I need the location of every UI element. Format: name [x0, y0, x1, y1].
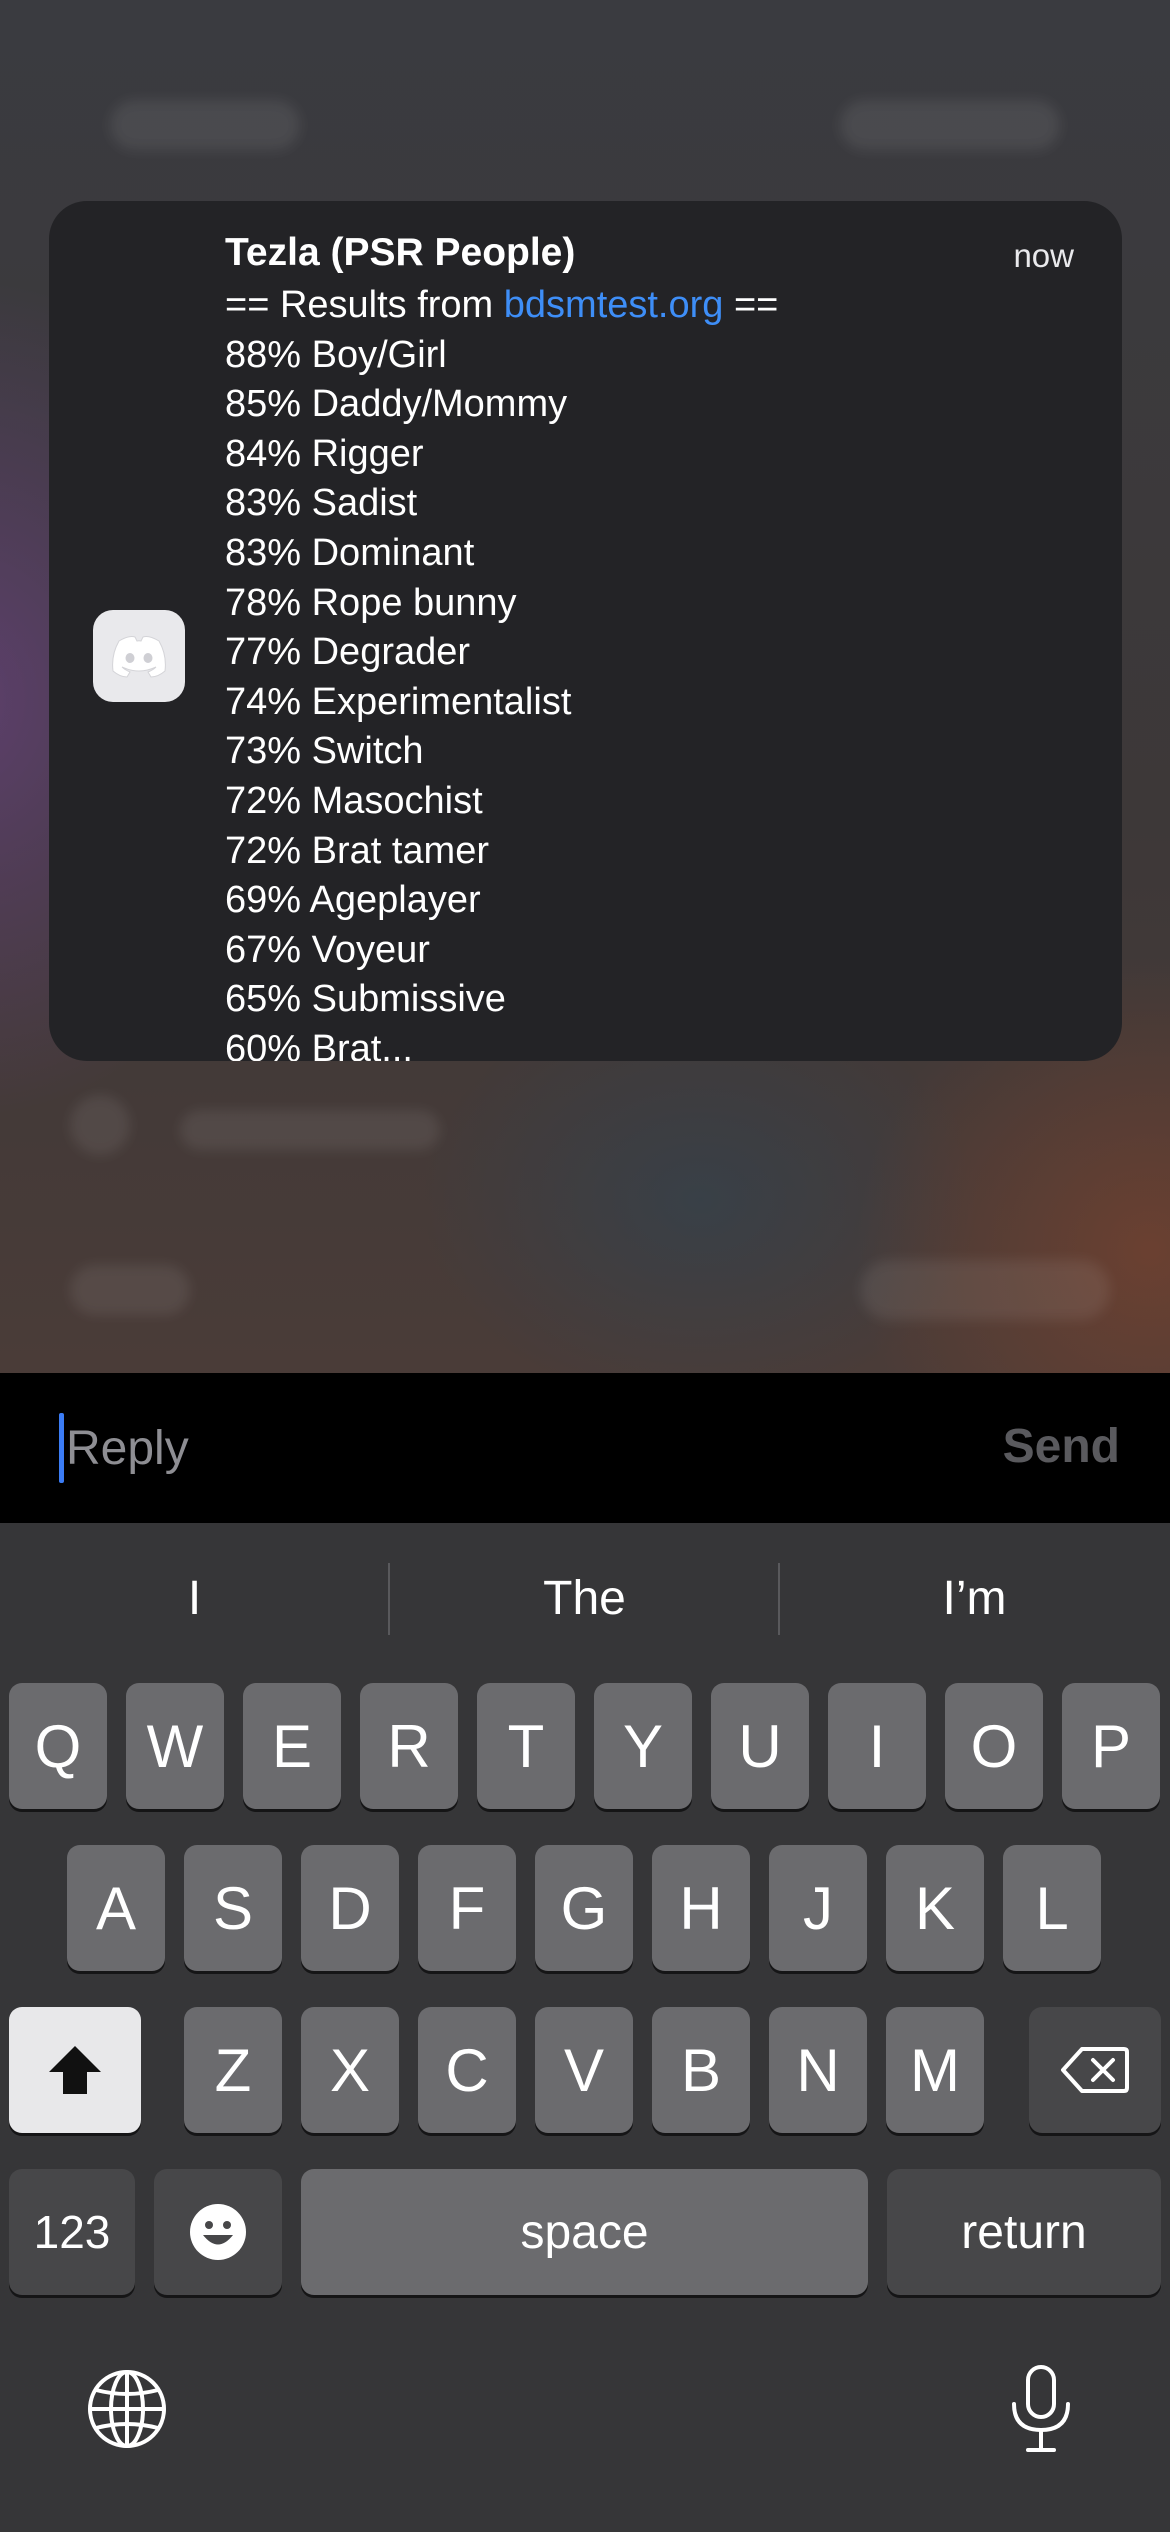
suggestion-3[interactable]: I’m: [780, 1571, 1169, 1626]
key-y[interactable]: Y: [594, 1683, 692, 1809]
numbers-key[interactable]: 123: [9, 2169, 135, 2295]
notification-card[interactable]: Tezla (PSR People) now == Results from b…: [49, 201, 1122, 1061]
reply-input[interactable]: [66, 1411, 866, 1485]
key-c[interactable]: C: [418, 2007, 516, 2133]
key-h[interactable]: H: [652, 1845, 750, 1971]
message-line: 83% Sadist: [225, 482, 418, 525]
message-line: 65% Submissive: [225, 978, 506, 1021]
return-key[interactable]: return: [887, 2169, 1161, 2295]
delete-icon: [1060, 2045, 1130, 2095]
key-e[interactable]: E: [243, 1683, 341, 1809]
message-line: 78% Rope bunny: [225, 581, 517, 624]
key-f[interactable]: F: [418, 1845, 516, 1971]
key-s[interactable]: S: [184, 1845, 282, 1971]
key-k[interactable]: K: [886, 1845, 984, 1971]
keyboard: I The I’m Q W E R T Y U I O P A S D F G …: [0, 1523, 1170, 2532]
key-u[interactable]: U: [711, 1683, 809, 1809]
key-n[interactable]: N: [769, 2007, 867, 2133]
key-q[interactable]: Q: [9, 1683, 107, 1809]
message-line: 77% Degrader: [225, 631, 471, 674]
text-cursor: [59, 1413, 64, 1483]
key-p[interactable]: P: [1062, 1683, 1160, 1809]
key-d[interactable]: D: [301, 1845, 399, 1971]
message-line: 67% Voyeur: [225, 928, 430, 971]
key-l[interactable]: L: [1003, 1845, 1101, 1971]
key-i[interactable]: I: [828, 1683, 926, 1809]
globe-icon[interactable]: [84, 2366, 170, 2452]
reply-bar: Send: [0, 1373, 1170, 1523]
message-line: 72% Brat tamer: [225, 829, 489, 872]
message-line: 85% Daddy/Mommy: [225, 383, 568, 426]
shift-key[interactable]: [9, 2007, 141, 2133]
key-x[interactable]: X: [301, 2007, 399, 2133]
key-g[interactable]: G: [535, 1845, 633, 1971]
notification-message: == Results from bdsmtest.org == 88% Boy/…: [225, 281, 1075, 1061]
message-line: 84% Rigger: [225, 432, 424, 475]
message-line: 88% Boy/Girl: [225, 333, 447, 376]
notification-time: now: [1013, 237, 1074, 274]
suggestion-2[interactable]: The: [390, 1571, 779, 1626]
message-line: 60% Brat...: [225, 1027, 413, 1061]
suggestion-1[interactable]: I: [0, 1571, 389, 1626]
key-r[interactable]: R: [360, 1683, 458, 1809]
key-j[interactable]: J: [769, 1845, 867, 1971]
suggestion-bar: I The I’m: [0, 1523, 1170, 1673]
message-line: 72% Masochist: [225, 779, 483, 822]
key-o[interactable]: O: [945, 1683, 1043, 1809]
message-link[interactable]: bdsmtest.org: [504, 284, 724, 326]
send-button[interactable]: Send: [1003, 1419, 1120, 1474]
emoji-key[interactable]: [154, 2169, 282, 2295]
message-line: 83% Dominant: [225, 531, 475, 574]
message-header: == Results from bdsmtest.org ==: [225, 284, 779, 326]
discord-icon: [93, 610, 185, 702]
message-line: 73% Switch: [225, 730, 424, 773]
key-a[interactable]: A: [67, 1845, 165, 1971]
message-line: 69% Ageplayer: [225, 879, 481, 922]
key-m[interactable]: M: [886, 2007, 984, 2133]
sender-name: Tezla (PSR People): [225, 231, 576, 274]
shift-icon: [45, 2042, 105, 2098]
microphone-icon[interactable]: [1003, 2363, 1079, 2455]
key-v[interactable]: V: [535, 2007, 633, 2133]
delete-key[interactable]: [1029, 2007, 1161, 2133]
message-line: 74% Experimentalist: [225, 680, 572, 723]
key-t[interactable]: T: [477, 1683, 575, 1809]
key-b[interactable]: B: [652, 2007, 750, 2133]
emoji-icon: [188, 2202, 248, 2262]
key-w[interactable]: W: [126, 1683, 224, 1809]
space-key[interactable]: space: [301, 2169, 868, 2295]
key-z[interactable]: Z: [184, 2007, 282, 2133]
